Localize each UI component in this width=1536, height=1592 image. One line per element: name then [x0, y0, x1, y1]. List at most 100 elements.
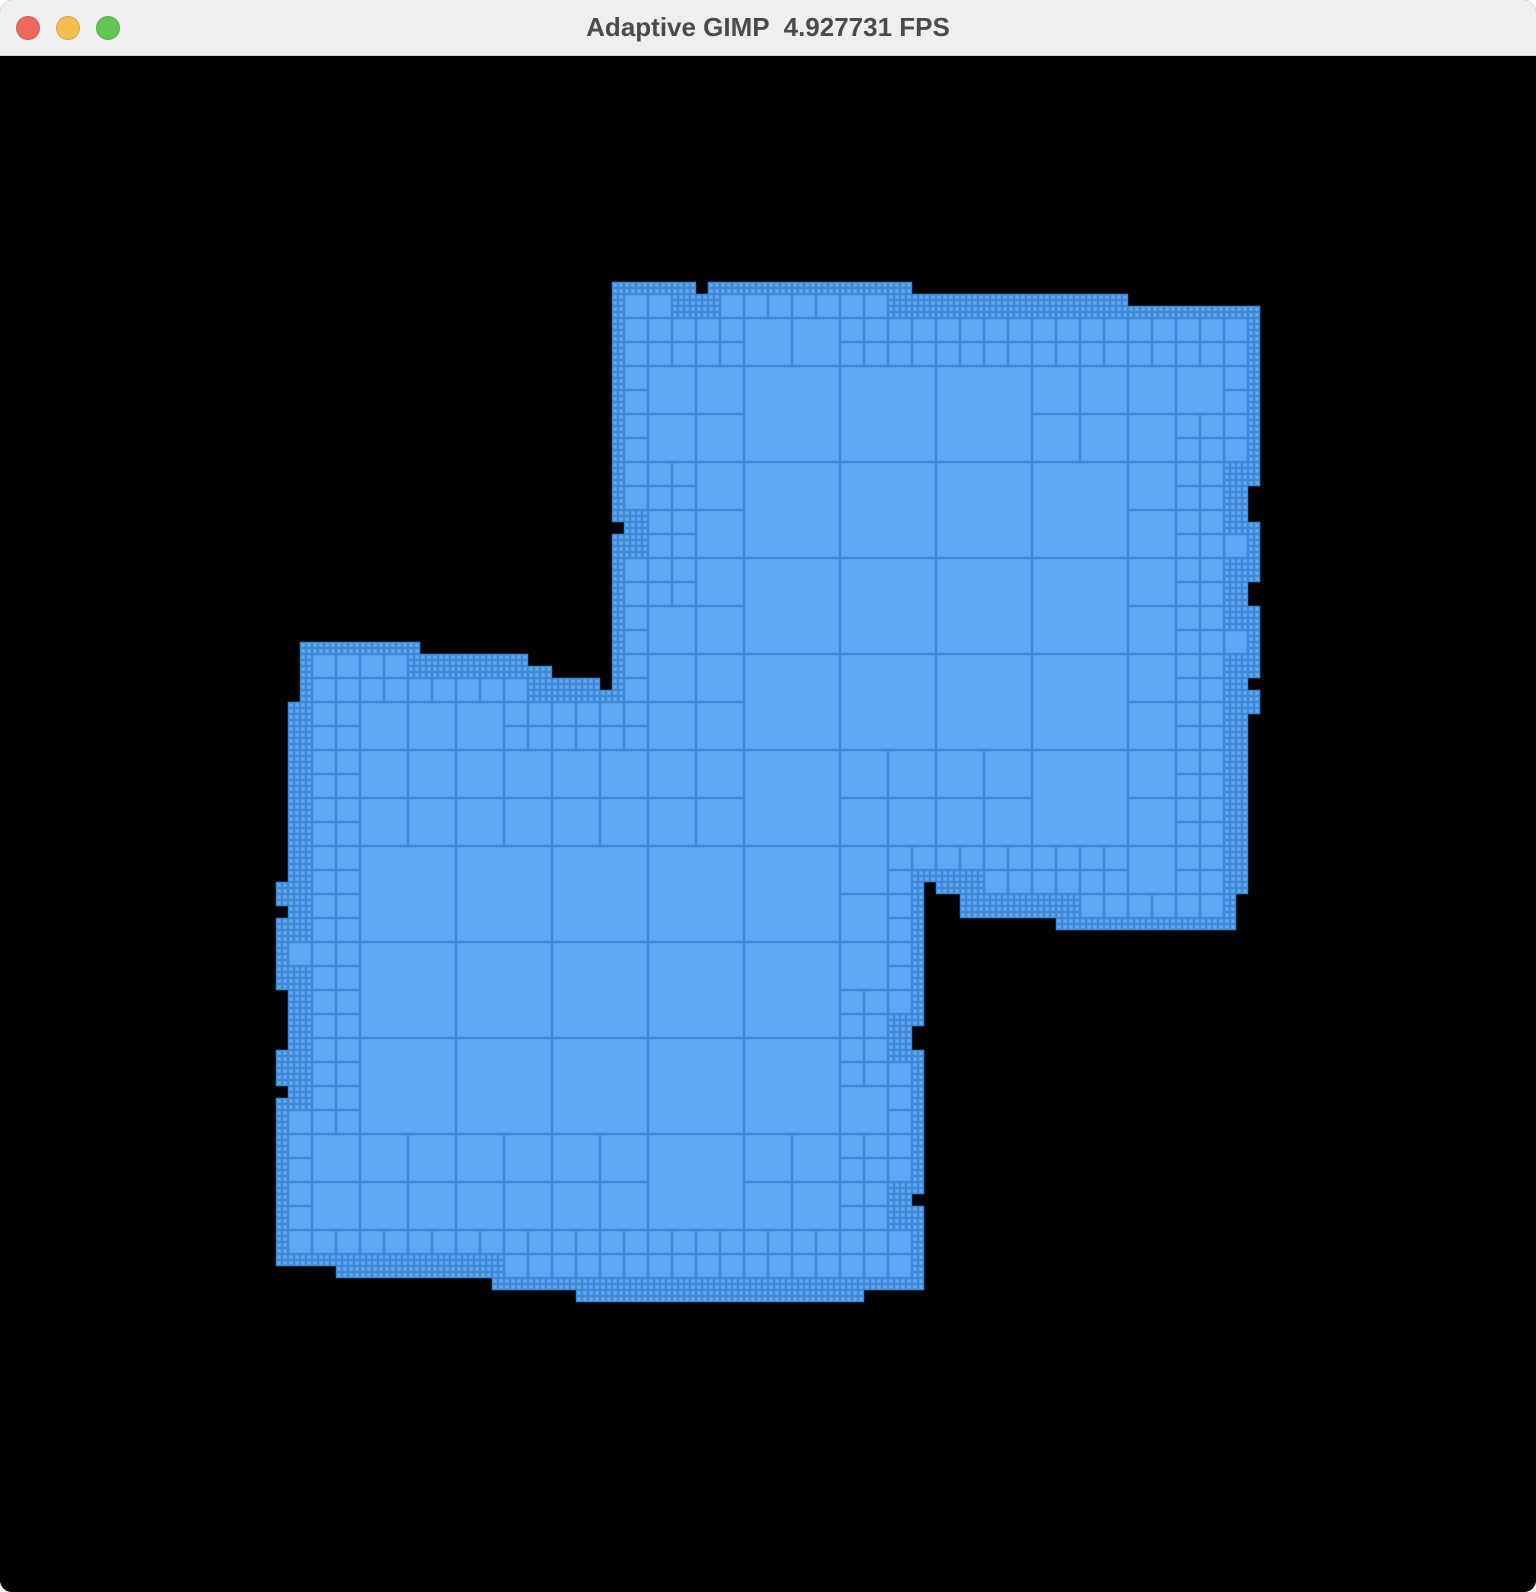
mesh-cell: [1037, 893, 1045, 901]
mesh-cell: [1229, 605, 1237, 613]
mesh-cell: [1241, 743, 1249, 751]
mesh-cell: [365, 1265, 373, 1273]
mesh-cell: [365, 1259, 373, 1267]
mesh-cell: [911, 905, 919, 913]
mesh-cell: [1055, 299, 1063, 307]
mesh-cell: [923, 293, 931, 301]
mesh-cell: [1229, 791, 1237, 799]
mesh-cell: [719, 287, 727, 295]
mesh-cell: [425, 1265, 433, 1273]
mesh-cell: [437, 665, 445, 673]
titlebar[interactable]: Adaptive GIMP 4.927731 FPS: [0, 0, 1536, 56]
mesh-cell: [881, 287, 889, 295]
mesh-cell: [1247, 671, 1255, 679]
mesh-cell: [743, 365, 841, 463]
mesh-cell: [299, 875, 307, 883]
mesh-cell: [287, 767, 295, 775]
mesh-cell: [983, 317, 1009, 343]
mesh-cell: [1199, 869, 1225, 895]
mesh-cell: [569, 689, 577, 697]
mesh-cell: [899, 1211, 907, 1219]
mesh-cell: [1235, 695, 1243, 703]
mesh-cell: [527, 701, 553, 727]
mesh-cell: [299, 923, 307, 931]
mesh-cell: [1241, 305, 1249, 313]
mesh-cell: [299, 863, 307, 871]
mesh-cell: [1199, 677, 1225, 703]
mesh-cell: [695, 509, 745, 559]
mesh-cell: [515, 659, 523, 667]
mesh-cell: [503, 797, 553, 847]
mesh-cell: [1223, 845, 1231, 853]
mesh-cell: [1235, 671, 1243, 679]
mesh-cell: [1235, 605, 1243, 613]
render-viewport[interactable]: [0, 56, 1536, 1592]
mesh-cell: [311, 677, 337, 703]
mesh-cell: [1223, 437, 1249, 463]
mesh-cell: [299, 689, 307, 697]
mesh-cell: [1229, 893, 1237, 901]
mesh-cell: [1049, 311, 1057, 319]
mesh-cell: [887, 1211, 895, 1219]
mesh-cell: [509, 665, 517, 673]
mesh-cell: [293, 1079, 301, 1087]
mesh-cell: [287, 737, 295, 745]
mesh-cell: [605, 1283, 613, 1291]
mesh-cell: [1163, 305, 1171, 313]
mesh-cell: [623, 527, 631, 535]
mesh-cell: [707, 311, 715, 319]
mesh-cell: [911, 1223, 919, 1231]
mesh-cell: [479, 659, 487, 667]
mesh-cell: [833, 281, 841, 289]
mesh-cell: [305, 869, 313, 877]
mesh-cell: [809, 1295, 817, 1303]
mesh-cell: [281, 1115, 289, 1123]
mesh-cell: [611, 359, 619, 367]
mesh-cell: [497, 653, 505, 661]
mesh-cell: [1247, 359, 1255, 367]
mesh-cell: [719, 1229, 745, 1255]
mesh-cell: [617, 581, 625, 589]
mesh-cell: [701, 299, 709, 307]
mesh-cell: [329, 1253, 337, 1261]
mesh-cell: [641, 281, 649, 289]
mesh-cell: [407, 1253, 415, 1261]
mesh-cell: [929, 299, 937, 307]
mesh-cell: [419, 659, 427, 667]
mesh-cell: [1229, 821, 1237, 829]
mesh-cell: [425, 1271, 433, 1279]
mesh-cell: [1241, 665, 1249, 673]
mesh-cell: [1229, 881, 1237, 889]
mesh-cell: [551, 695, 559, 703]
mesh-cell: [1223, 767, 1231, 775]
mesh-cell: [1223, 605, 1231, 613]
mesh-cell: [545, 1283, 553, 1291]
mesh-cell: [1055, 923, 1063, 931]
mesh-cell: [905, 1187, 913, 1195]
mesh-cell: [1133, 311, 1141, 319]
mesh-cell: [1043, 911, 1051, 919]
mesh-cell: [785, 287, 793, 295]
mesh-cell: [1055, 293, 1063, 301]
mesh-cell: [311, 773, 337, 799]
mesh-cell: [305, 815, 313, 823]
mesh-cell: [947, 869, 955, 877]
mesh-cell: [1067, 893, 1075, 901]
mesh-cell: [467, 1271, 475, 1279]
mesh-cell: [863, 281, 871, 289]
mesh-cell: [299, 851, 307, 859]
mesh-cell: [905, 1037, 913, 1045]
mesh-cell: [365, 641, 373, 649]
mesh-cell: [1061, 899, 1069, 907]
mesh-cell: [1229, 887, 1237, 895]
mesh-cell: [1067, 311, 1075, 319]
mesh-cell: [785, 1295, 793, 1303]
mesh-cell: [1235, 779, 1243, 787]
mesh-cell: [1229, 803, 1237, 811]
mesh-cell: [281, 1175, 289, 1183]
mesh-cell: [893, 1037, 901, 1045]
mesh-cell: [485, 659, 493, 667]
mesh-cell: [1037, 305, 1045, 313]
mesh-cell: [293, 857, 301, 865]
mesh-cell: [299, 707, 307, 715]
